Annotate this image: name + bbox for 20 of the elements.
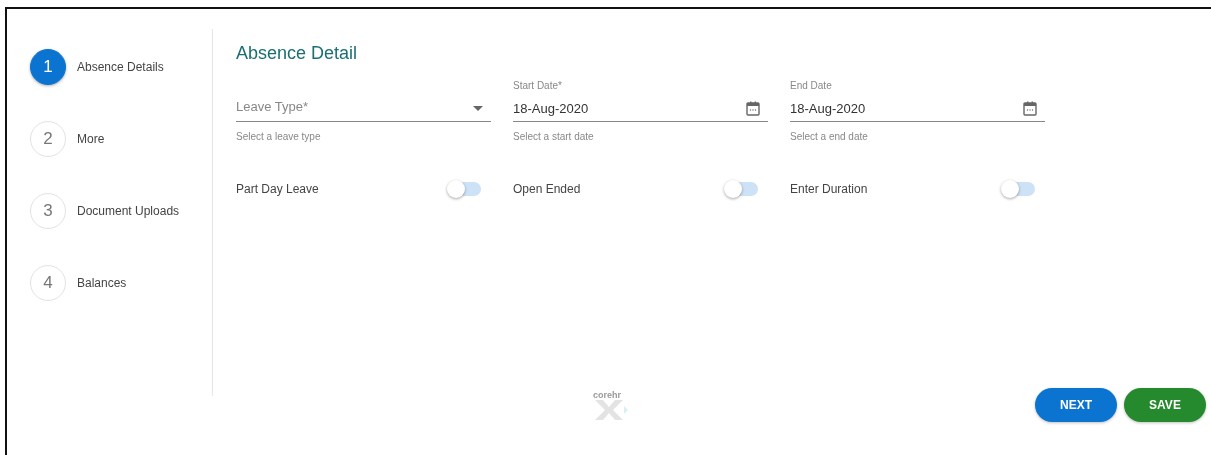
step-item[interactable]: 2 More xyxy=(30,121,212,157)
logo: corehr xyxy=(593,390,629,420)
date-field[interactable]: End Date 18-Aug-2020 xyxy=(790,80,1045,122)
toggle-label: Part Day Leave xyxy=(236,182,319,196)
toggle-label: Open Ended xyxy=(513,182,581,196)
step-item[interactable]: 3 Document Uploads xyxy=(30,193,212,229)
step-item[interactable]: 4 Balances xyxy=(30,265,212,301)
dropdown-field[interactable]: Leave Type* xyxy=(236,80,491,122)
helper-text: Select a leave type xyxy=(236,131,322,142)
toggle-label: Enter Duration xyxy=(790,182,868,196)
helper-text: Select a start date xyxy=(513,131,595,142)
save-button[interactable]: SAVE xyxy=(1124,388,1206,422)
next-button[interactable]: NEXT xyxy=(1035,388,1117,422)
calendar-icon xyxy=(1023,100,1037,116)
calendar-icon xyxy=(746,100,760,116)
caret-icon xyxy=(473,105,483,111)
step-item[interactable]: 1 Absence Details xyxy=(30,49,212,85)
section-heading: Absence Detail xyxy=(236,43,359,64)
helper-text: Select a end date xyxy=(790,131,869,142)
date-field[interactable]: Start Date* 18-Aug-2020 xyxy=(513,80,768,122)
